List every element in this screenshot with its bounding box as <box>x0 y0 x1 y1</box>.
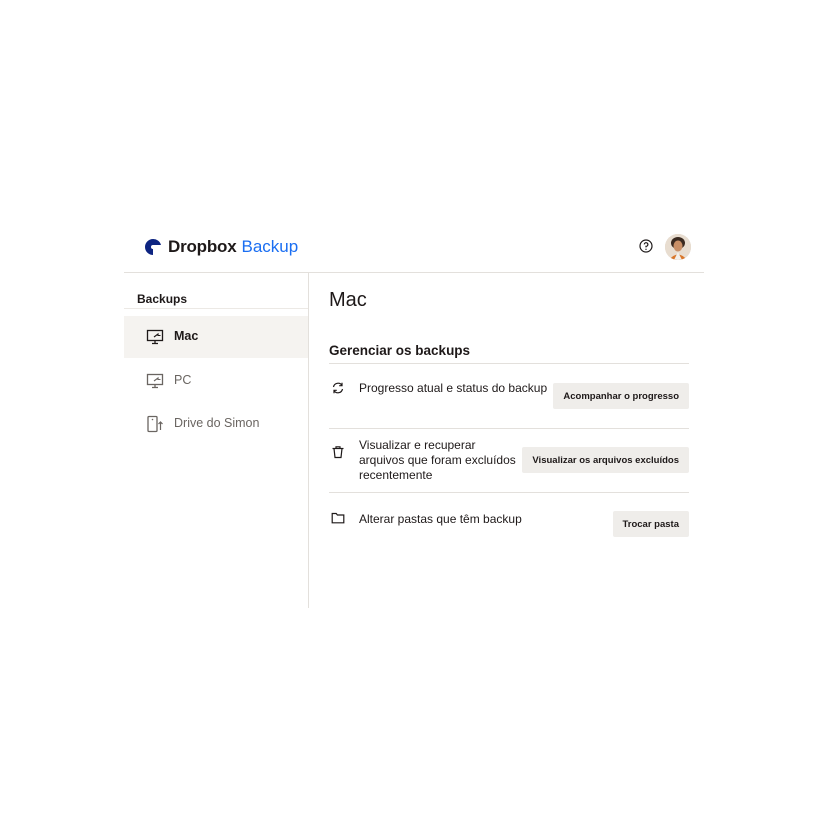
row-line: arquivos que foram excluídos <box>359 453 516 467</box>
external-drive-icon <box>147 415 163 433</box>
track-progress-button[interactable]: Acompanhar o progresso <box>553 383 689 409</box>
sidebar-item-label: PC <box>174 373 192 387</box>
row-description: Visualizar e recuperar arquivos que fora… <box>359 438 516 483</box>
row-divider <box>329 492 689 493</box>
trash-icon <box>332 446 344 459</box>
product-name: Backup <box>241 237 299 256</box>
row-divider <box>329 428 689 429</box>
sync-icon <box>332 382 344 394</box>
row-line: Progresso atual e status do backup <box>359 381 548 395</box>
backup-app: Dropbox Backup Backups Mac PC Drive do S… <box>124 226 704 608</box>
monitor-icon <box>146 329 164 345</box>
change-folder-button[interactable]: Trocar pasta <box>612 511 689 537</box>
help-icon[interactable] <box>639 239 653 253</box>
dropbox-logo[interactable]: Dropbox Backup <box>144 236 298 258</box>
avatar-image <box>665 234 691 260</box>
sidebar-title: Backups <box>137 292 188 306</box>
sidebar-item-drive-do-simon[interactable]: Drive do Simon <box>124 403 308 445</box>
page-title: Mac <box>329 289 367 311</box>
row-line: Alterar pastas que têm backup <box>359 512 522 526</box>
sidebar-item-mac[interactable]: Mac <box>124 316 308 358</box>
dropbox-logo-icon <box>145 238 161 255</box>
monitor-icon <box>146 373 164 389</box>
row-line: recentemente <box>359 468 433 482</box>
sidebar-divider <box>124 308 308 309</box>
section-title: Gerenciar os backups <box>329 343 471 358</box>
sidebar-item-label: Mac <box>174 329 199 343</box>
row-line: Visualizar e recuperar <box>359 438 476 452</box>
app-header: Dropbox Backup <box>124 226 704 273</box>
sidebar-item-label: Drive do Simon <box>174 416 260 430</box>
sidebar: Backups Mac PC Drive do Simon <box>124 273 309 608</box>
user-avatar[interactable] <box>665 234 691 260</box>
sidebar-item-pc[interactable]: PC <box>124 360 308 402</box>
section-divider <box>329 363 689 364</box>
brand-name: Dropbox <box>168 237 237 256</box>
folder-icon <box>331 512 345 524</box>
row-description: Progresso atual e status do backup <box>359 381 547 396</box>
row-description: Alterar pastas que têm backup <box>359 512 522 527</box>
view-deleted-files-button[interactable]: Visualizar os arquivos excluídos <box>522 447 689 473</box>
